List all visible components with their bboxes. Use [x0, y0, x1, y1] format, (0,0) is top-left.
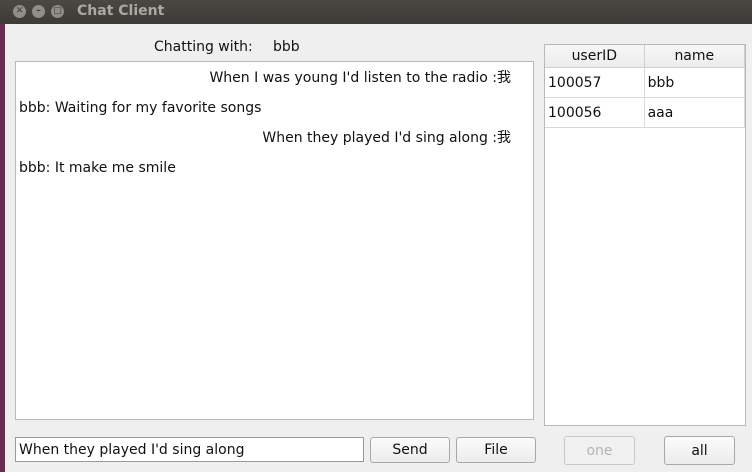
- column-header-userid[interactable]: userID: [545, 45, 645, 68]
- cell-userid[interactable]: 100057: [545, 67, 645, 98]
- chatting-with-user: bbb: [273, 39, 300, 55]
- message-input[interactable]: [15, 437, 364, 462]
- table-row[interactable]: 100056 aaa: [545, 97, 746, 128]
- chat-message: When I was young I'd listen to the radio…: [209, 70, 511, 86]
- file-button[interactable]: File: [456, 437, 536, 463]
- cell-name[interactable]: bbb: [644, 67, 746, 98]
- chat-client-window: ✕ – □ Chat Client Chatting with: bbb Whe…: [0, 0, 752, 472]
- table-row[interactable]: 100057 bbb: [545, 67, 746, 98]
- chat-message: bbb: It make me smile: [19, 160, 176, 176]
- chatting-with-label: Chatting with:: [154, 39, 253, 55]
- cell-userid[interactable]: 100056: [545, 97, 645, 128]
- maximize-window-icon[interactable]: □: [51, 5, 64, 18]
- minimize-window-icon[interactable]: –: [32, 5, 45, 18]
- send-button[interactable]: Send: [370, 437, 450, 463]
- title-bar: ✕ – □ Chat Client: [0, 0, 752, 24]
- user-table: userID name 100057 bbb 100056 aaa: [545, 45, 746, 128]
- send-one-button[interactable]: one: [564, 436, 635, 465]
- chat-message: When they played I'd sing along :我: [262, 130, 511, 146]
- send-all-button[interactable]: all: [664, 436, 735, 465]
- window-title: Chat Client: [77, 3, 165, 19]
- user-list-panel: userID name 100057 bbb 100056 aaa: [544, 44, 746, 426]
- close-window-icon[interactable]: ✕: [13, 5, 26, 18]
- chat-log[interactable]: When I was young I'd listen to the radio…: [15, 61, 534, 420]
- cell-name[interactable]: aaa: [644, 97, 746, 128]
- chat-message: bbb: Waiting for my favorite songs: [19, 100, 262, 116]
- column-header-name[interactable]: name: [644, 45, 746, 68]
